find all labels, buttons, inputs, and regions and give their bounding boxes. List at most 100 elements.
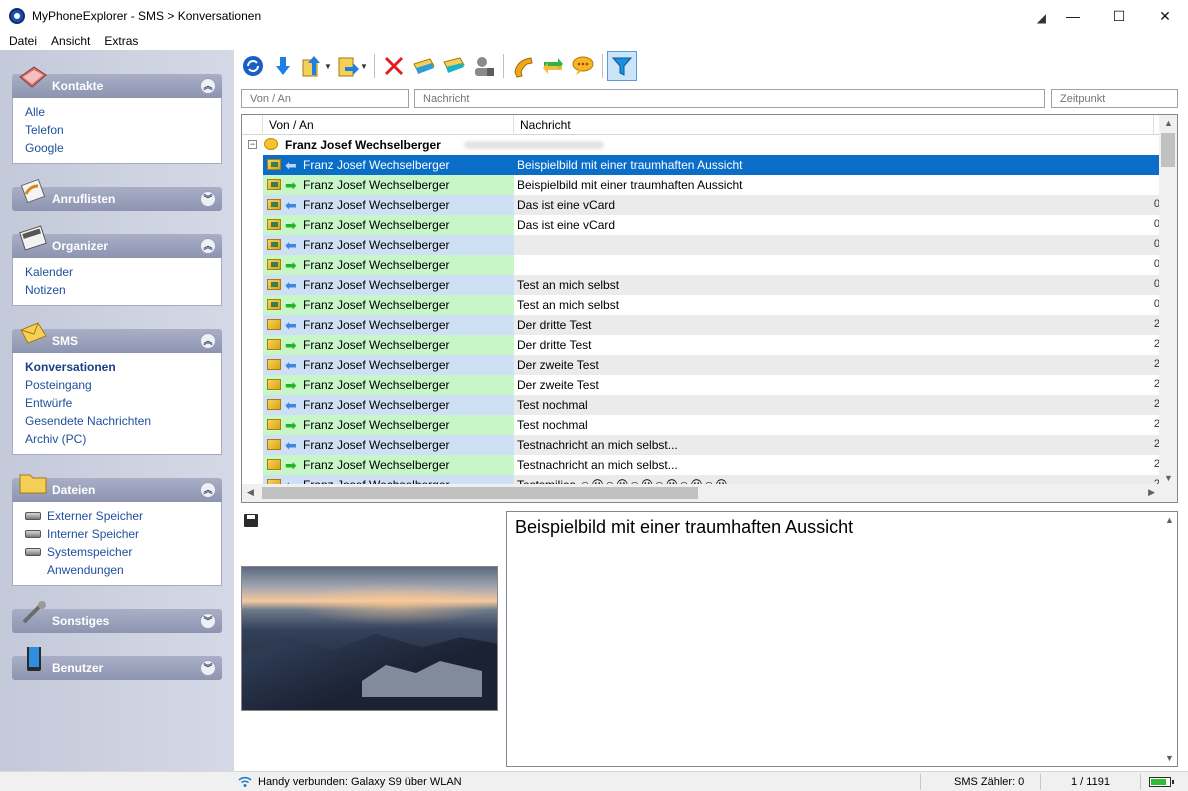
collapse-icon[interactable]: ︽	[200, 482, 216, 498]
scroll-thumb[interactable]	[262, 487, 698, 499]
mark-unread-button[interactable]	[439, 51, 469, 81]
conversation-list: Von / An Nachricht Z − Franz Josef Wechs…	[241, 114, 1178, 503]
nav-header-anruflisten[interactable]: Anruflisten ︾	[12, 178, 222, 211]
nav-link-externer-speicher[interactable]: Externer Speicher	[25, 507, 221, 525]
close-button[interactable]: ✕	[1142, 0, 1188, 32]
nav-link-posteingang[interactable]: Posteingang	[25, 376, 221, 394]
message-row[interactable]: ➡ Franz Josef Wechselberger Testnachricht …	[242, 455, 1160, 475]
nav-header-sms[interactable]: SMS ︽	[12, 322, 222, 353]
row-gutter	[242, 415, 263, 435]
message-row[interactable]: ➡ Franz Josef Wechselberger Test an mich s…	[242, 295, 1160, 315]
message-detail-pane[interactable]: Beispielbild mit einer traumhaften Aussi…	[506, 511, 1178, 767]
nav-header-sonstiges[interactable]: Sonstiges ︾	[12, 601, 222, 633]
nav-header-dateien[interactable]: Dateien ︽	[12, 474, 222, 502]
scroll-down-icon[interactable]: ▼	[1165, 753, 1174, 763]
contact-button[interactable]	[469, 51, 499, 81]
status-divider	[920, 774, 921, 790]
vertical-scrollbar[interactable]: ▲ ▼	[1159, 115, 1177, 486]
minimize-button[interactable]: —	[1050, 0, 1096, 32]
nav-link-entwuerfe[interactable]: Entwürfe	[25, 394, 221, 412]
nav-header-organizer[interactable]: Organizer ︽	[12, 225, 222, 258]
collapse-icon[interactable]: −	[248, 140, 257, 149]
message-row[interactable]: ⬅ Franz Josef Wechselberger Test an mich s…	[242, 275, 1160, 295]
nav-header-label: SMS	[52, 334, 79, 348]
expand-icon[interactable]: ︾	[200, 613, 216, 629]
nav-link-alle[interactable]: Alle	[25, 103, 221, 121]
conversation-group-row[interactable]: − Franz Josef Wechselberger	[242, 135, 1160, 155]
header-from[interactable]: Von / An	[263, 115, 514, 135]
horizontal-scrollbar[interactable]: ◀ ▶	[242, 484, 1177, 502]
cell-from: ⬅ Franz Josef Wechselberger	[263, 275, 514, 295]
download-button[interactable]	[268, 51, 298, 81]
cell-message: Der dritte Test 2	[514, 315, 1160, 335]
app-icon	[9, 8, 25, 24]
menu-extras[interactable]: Extras	[97, 34, 145, 48]
message-row[interactable]: ➡ Franz Josef Wechselberger Beispielbild m…	[242, 175, 1160, 195]
nav-link-systemspeicher[interactable]: Systemspeicher	[25, 543, 221, 561]
call-button[interactable]	[508, 51, 538, 81]
row-gutter	[242, 175, 263, 195]
new-sms-button[interactable]	[568, 51, 598, 81]
nav-link-notizen[interactable]: Notizen	[25, 281, 221, 299]
scroll-thumb[interactable]	[1161, 133, 1175, 167]
filter-time-input[interactable]	[1051, 89, 1178, 108]
filter-from-input[interactable]	[241, 89, 409, 108]
resize-grip-icon[interactable]: ◢	[1037, 11, 1046, 25]
delete-button[interactable]	[379, 51, 409, 81]
save-attachment-icon[interactable]	[244, 514, 258, 527]
menu-ansicht[interactable]: Ansicht	[44, 34, 97, 48]
message-row[interactable]: ⬅ Franz Josef Wechselberger Testnachricht …	[242, 435, 1160, 455]
nav-header-kontakte[interactable]: Kontakte ︽	[12, 66, 222, 98]
message-row[interactable]: ⬅ Franz Josef Wechselberger Der dritte Tes…	[242, 315, 1160, 335]
filter-toggle-button[interactable]	[607, 51, 637, 81]
nav-link-archiv[interactable]: Archiv (PC)	[25, 430, 221, 448]
nav-link-anwendungen[interactable]: Anwendungen	[25, 561, 221, 579]
row-gutter	[242, 435, 263, 455]
scroll-down-icon[interactable]: ▼	[1164, 473, 1173, 483]
filter-message-input[interactable]	[414, 89, 1045, 108]
scroll-up-icon[interactable]: ▲	[1164, 118, 1173, 128]
message-row[interactable]: ➡ Franz Josef Wechselberger Das ist eine v…	[242, 215, 1160, 235]
header-gutter	[242, 115, 263, 135]
attachment-image-preview[interactable]	[241, 566, 498, 711]
message-row[interactable]: ⬅ Franz Josef Wechselberger Der zweite Tes…	[242, 355, 1160, 375]
scroll-right-icon[interactable]: ▶	[1148, 487, 1155, 498]
nav-link-interner-speicher[interactable]: Interner Speicher	[25, 525, 221, 543]
message-row[interactable]: ⬅ Franz Josef Wechselberger Test nochmal 2	[242, 395, 1160, 415]
nav-link-kalender[interactable]: Kalender	[25, 263, 221, 281]
upload-button[interactable]	[298, 51, 328, 81]
header-message[interactable]: Nachricht	[514, 115, 1154, 135]
mark-read-button[interactable]	[409, 51, 439, 81]
nav-link-gesendete-nachrichten[interactable]: Gesendete Nachrichten	[25, 412, 221, 430]
scroll-up-icon[interactable]: ▲	[1165, 515, 1174, 525]
message-row[interactable]: ➡ Franz Josef Wechselberger Der zweite Tes…	[242, 375, 1160, 395]
collapse-icon[interactable]: ︽	[200, 333, 216, 349]
collapse-icon[interactable]: ︽	[200, 78, 216, 94]
nav-header-benutzer[interactable]: Benutzer ︾	[12, 647, 222, 680]
expand-icon[interactable]: ︾	[200, 660, 216, 676]
message-row[interactable]: ⬅ Franz Josef Wechselberger 0	[242, 235, 1160, 255]
maximize-button[interactable]: ☐	[1096, 0, 1142, 32]
scroll-left-icon[interactable]: ◀	[247, 487, 254, 498]
refresh-button[interactable]	[238, 51, 268, 81]
title-bar: MyPhoneExplorer - SMS > Konversationen ◢…	[0, 0, 1188, 32]
move-button[interactable]	[334, 51, 364, 81]
row-gutter	[242, 215, 263, 235]
collapse-icon[interactable]: ︽	[200, 238, 216, 254]
nav-link-google[interactable]: Google	[25, 139, 221, 157]
menu-datei[interactable]: Datei	[2, 34, 44, 48]
sync-button[interactable]	[538, 51, 568, 81]
row-gutter	[242, 395, 263, 415]
nav-link-telefon[interactable]: Telefon	[25, 121, 221, 139]
row-gutter	[242, 255, 263, 275]
detail-scrollbar[interactable]: ▲ ▼	[1160, 512, 1177, 766]
expand-icon[interactable]: ︾	[200, 191, 216, 207]
message-row[interactable]: ⬅ Franz Josef Wechselberger Das ist eine v…	[242, 195, 1160, 215]
nav-link-konversationen[interactable]: Konversationen	[25, 358, 221, 376]
message-row[interactable]: ➡ Franz Josef Wechselberger Test nochmal 2	[242, 415, 1160, 435]
nav-body-kontakte: Alle Telefon Google	[12, 98, 222, 164]
message-row[interactable]: ➡ Franz Josef Wechselberger Der dritte Tes…	[242, 335, 1160, 355]
address-book-icon	[19, 66, 47, 88]
message-row[interactable]: ⬅ Franz Josef Wechselberger Beispielbild m…	[242, 155, 1160, 175]
message-row[interactable]: ➡ Franz Josef Wechselberger 0	[242, 255, 1160, 275]
